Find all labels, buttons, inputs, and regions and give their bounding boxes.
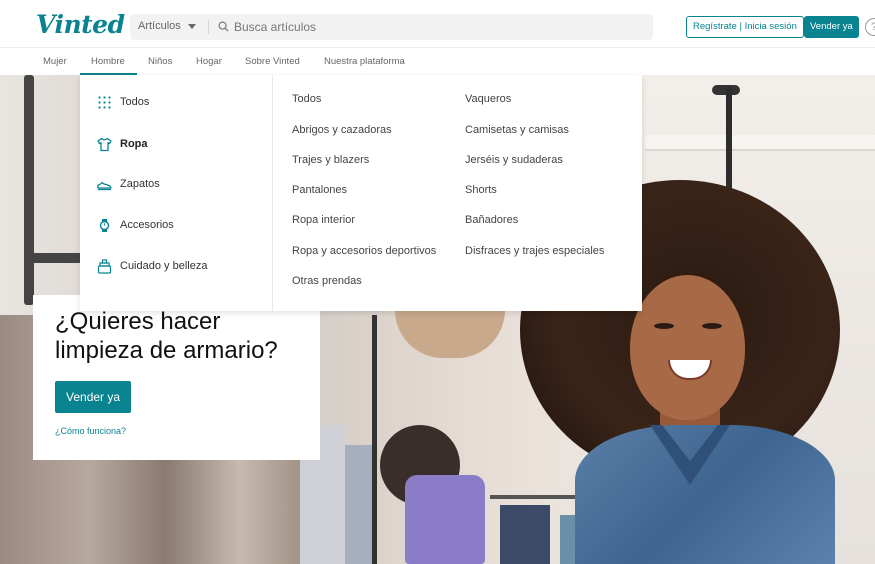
nav-item-hombre[interactable]: Hombre — [91, 56, 125, 67]
hero-rack — [372, 315, 377, 564]
category-item-label: Zapatos — [120, 178, 160, 190]
subcategory-deportivos[interactable]: Ropa y accesorios deportivos — [292, 245, 436, 257]
sell-now-button[interactable]: Vender ya — [804, 16, 859, 38]
mega-menu-hombre: Todos Ropa Zapatos Accesorios Cuidado y … — [80, 75, 642, 311]
nav-item-mujer[interactable]: Mujer — [43, 56, 67, 67]
hero-hat — [395, 310, 505, 358]
register-login-button[interactable]: Regístrate | Inicia sesión — [686, 16, 804, 38]
subcategory-banadores[interactable]: Bañadores — [465, 214, 518, 226]
subcategory-ropa-interior[interactable]: Ropa interior — [292, 214, 355, 226]
help-icon[interactable]: ? — [865, 18, 875, 36]
subcategory-pantalones[interactable]: Pantalones — [292, 184, 347, 196]
person-eye — [654, 323, 674, 329]
shoe-icon — [97, 181, 112, 190]
hero-title-line1: ¿Quieres hacer — [55, 308, 221, 335]
hero-shelf — [645, 135, 875, 151]
subcategory-jerseis[interactable]: Jerséis y sudaderas — [465, 154, 563, 166]
category-item-accesorios[interactable]: Accesorios — [97, 214, 174, 236]
search-icon — [218, 21, 229, 32]
subcategory-trajes[interactable]: Trajes y blazers — [292, 154, 369, 166]
subcategory-otras-prendas[interactable]: Otras prendas — [292, 275, 362, 287]
subcategory-disfraces[interactable]: Disfraces y trajes especiales — [465, 245, 604, 257]
vinted-logo[interactable]: Vinted — [36, 10, 125, 39]
category-item-label: Accesorios — [120, 219, 174, 231]
subcategory-todos[interactable]: Todos — [292, 93, 321, 105]
hero-rack-pole — [24, 75, 34, 305]
watch-icon — [99, 218, 110, 232]
hero-garment — [345, 445, 375, 564]
category-item-ropa[interactable]: Ropa — [97, 133, 148, 155]
category-item-label: Todos — [120, 96, 150, 108]
hero-sell-button[interactable]: Vender ya — [55, 381, 132, 413]
nav-item-nuestra-plataforma[interactable]: Nuestra plataforma — [324, 56, 405, 67]
subcategory-shorts[interactable]: Shorts — [465, 184, 497, 196]
hero-garment — [500, 505, 550, 564]
person-eye — [702, 323, 722, 329]
header: Vinted Artículos Regístrate | Inicia ses… — [0, 0, 875, 48]
hero-rack-bar — [24, 253, 84, 263]
search-input[interactable] — [234, 17, 634, 37]
category-item-label: Ropa — [120, 138, 148, 150]
nav-item-hogar[interactable]: Hogar — [196, 56, 222, 67]
chevron-down-icon — [187, 24, 196, 29]
search-divider — [208, 20, 209, 34]
grid-icon — [98, 95, 111, 109]
category-item-todos[interactable]: Todos — [97, 91, 149, 113]
subcategory-camisetas[interactable]: Camisetas y camisas — [465, 124, 569, 136]
how-it-works-link[interactable]: ¿Cómo funciona? — [55, 426, 126, 436]
hero-bag — [405, 475, 485, 564]
category-item-zapatos[interactable]: Zapatos — [97, 173, 160, 195]
beauty-icon — [97, 258, 112, 274]
shirt-icon — [97, 137, 112, 151]
hero-card: ¿Quieres hacer limpieza de armario? Vend… — [33, 295, 320, 460]
subcategory-abrigos[interactable]: Abrigos y cazadoras — [292, 124, 392, 136]
nav-item-ninos[interactable]: Niños — [148, 56, 172, 67]
category-select-label: Artículos — [138, 20, 181, 32]
nav-item-sobre-vinted[interactable]: Sobre Vinted — [245, 56, 300, 67]
category-item-label: Cuidado y belleza — [120, 260, 208, 272]
hero-title: ¿Quieres hacer limpieza de armario? — [55, 307, 315, 365]
search-bar: Artículos — [130, 14, 653, 40]
vinted-page: Vinted Artículos Regístrate | Inicia ses… — [0, 0, 875, 564]
category-nav: Mujer Hombre Niños Hogar Sobre Vinted Nu… — [0, 48, 875, 75]
subcategory-vaqueros[interactable]: Vaqueros — [465, 93, 511, 105]
hero-title-line2: limpieza de armario? — [55, 337, 278, 364]
category-item-cuidado-belleza[interactable]: Cuidado y belleza — [97, 255, 207, 277]
person-face — [630, 275, 745, 420]
mega-menu-categories: Todos Ropa Zapatos Accesorios Cuidado y … — [80, 75, 273, 311]
category-select[interactable]: Artículos — [138, 20, 196, 32]
